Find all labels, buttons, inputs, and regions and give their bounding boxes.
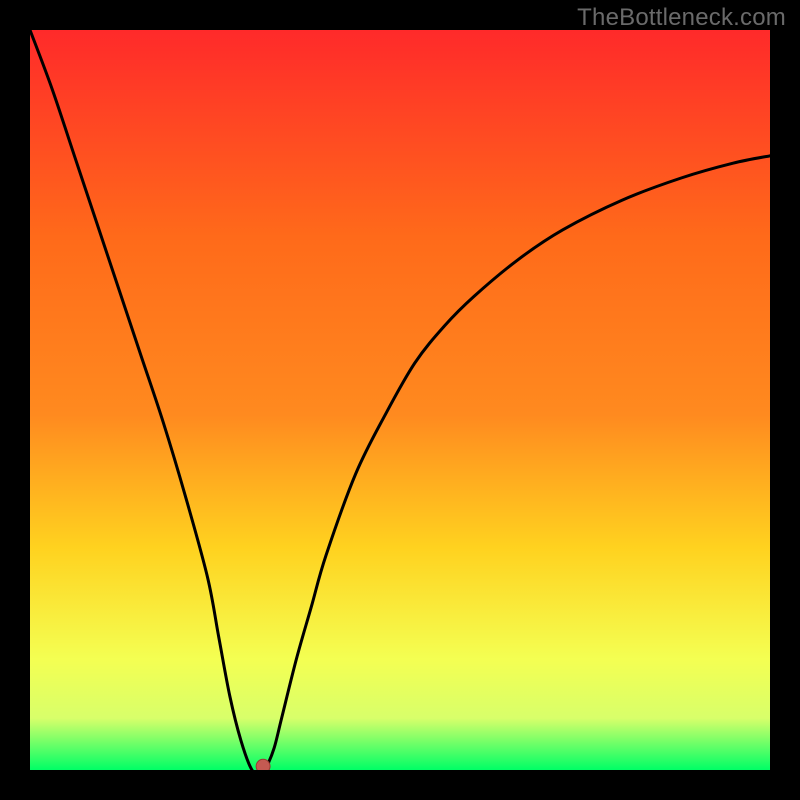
bottleneck-curve-chart — [30, 30, 770, 770]
watermark-text: TheBottleneck.com — [577, 4, 786, 32]
plot-area — [30, 30, 770, 770]
gradient-background — [30, 30, 770, 770]
chart-frame: TheBottleneck.com — [0, 0, 800, 800]
minimum-marker — [256, 759, 270, 770]
